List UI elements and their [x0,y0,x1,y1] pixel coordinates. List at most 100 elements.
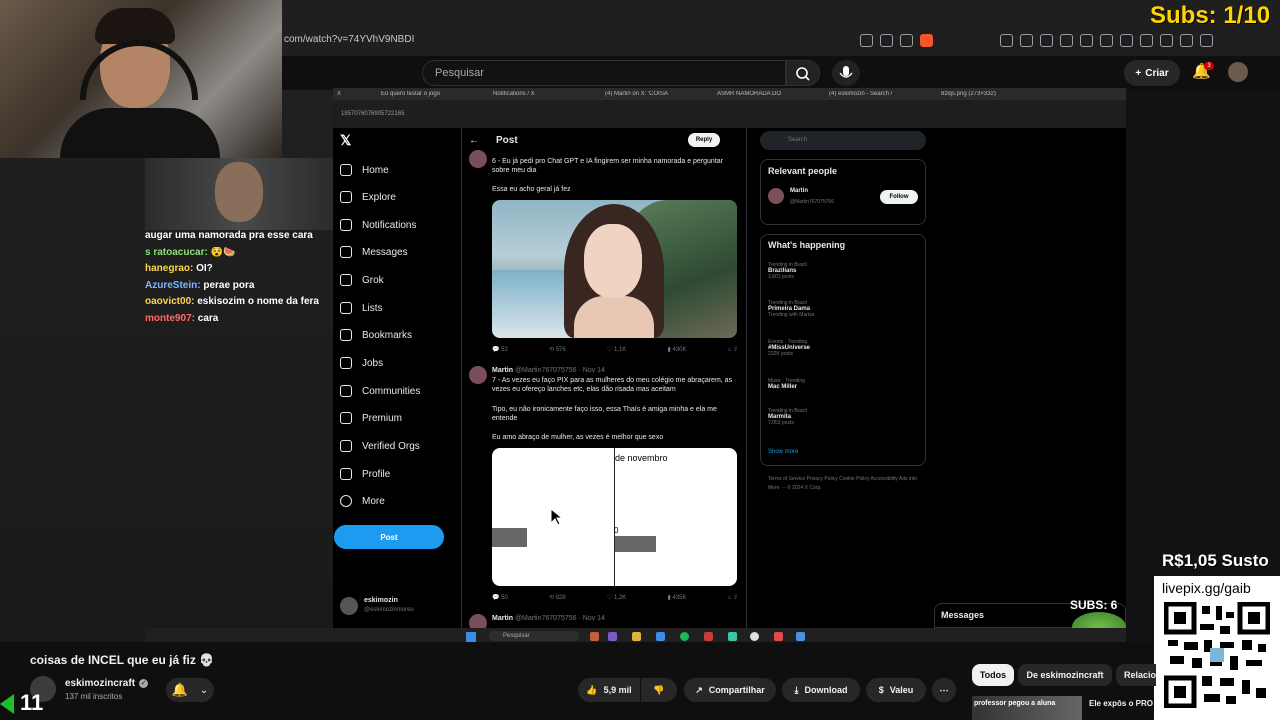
emote-icon: 😵🍉 [210,246,236,258]
tweet-avatar [469,366,487,384]
x-nav-more: More [340,493,385,509]
translate-icon[interactable] [1000,33,1013,47]
app-icon [774,632,783,641]
bookmark-icon: ⌂ ⇪ [727,595,738,601]
overlay-counter: 11 [20,690,44,715]
share-icon[interactable] [880,33,893,47]
x-search-input: Search [760,131,926,150]
x-user-avatar [340,597,358,615]
menu-icon[interactable] [1200,33,1213,47]
voice-search-button[interactable] [832,60,860,86]
x-reply-button: Reply [688,133,720,147]
tweet-text: 6 - Eu já pedi pro Chat GPT e IA fingire… [492,158,723,174]
extension-icon[interactable] [1020,33,1033,47]
streamer-webcam [0,0,282,158]
trend-item: Events · Trending #MissUniverse 232K pos… [768,339,811,357]
chevron-down-icon: ⌄ [199,684,209,696]
download-button[interactable]: ⤓ Download [782,678,860,702]
account-avatar[interactable] [1228,62,1248,82]
download-icon: ⤓ [794,684,799,695]
search-button[interactable] [786,60,820,86]
relevant-name: Martin [790,188,808,194]
subs-goal: SUBS: 6 [1070,598,1118,612]
tweet-actions: 💬 50 ⟲ 828 ♡ 1,2K ▮ 435K ⌂ ⇪ [492,594,738,601]
channel-name[interactable]: eskimozincraft [65,678,135,689]
x-post-button: Post [334,525,444,549]
address-bar[interactable]: com/watch?v=74YVhV9NBDI [284,34,414,45]
extension-icon[interactable] [1060,33,1073,47]
relevant-avatar [768,188,784,204]
brave-shield-icon[interactable] [920,33,933,47]
reply-icon: 💬 52 [492,347,508,353]
extension-icon[interactable] [1080,33,1093,47]
cast-icon[interactable] [860,33,873,47]
bookmark-icon[interactable] [900,33,913,47]
download-icon[interactable] [1100,33,1113,47]
tweet-image [492,200,737,338]
tweet-text: 7 - As vezes eu faço PIX para as mulhere… [492,377,733,393]
folder-icon [632,632,641,641]
back-arrow-icon: ← [469,135,479,146]
sidebar-icon[interactable] [1180,33,1193,47]
happening-title: What's happening [768,240,846,250]
show-more-link: Show more [768,449,799,455]
image-bar [492,528,527,547]
spotify-icon [680,632,689,641]
thumbs-down-icon: 👎 [653,684,665,695]
image-face [584,224,642,298]
x-nav-messages: Messages [340,244,408,260]
tweet-text: Eu amo abraço de mulher, as vezes é melh… [492,434,664,441]
tweet-author: Martin @Martin767075756 · Nov 14 [492,615,605,622]
extension-icon[interactable] [1040,33,1053,47]
plus-icon: + [1135,67,1142,79]
extension-icon[interactable] [1120,33,1133,47]
x-user-handle: @eskimozinmoreu [364,607,414,613]
inner-tab: (4) eskimozin - Search / [829,91,893,97]
dislike-button[interactable]: 👎 [641,678,677,702]
webcam-hair [95,8,175,44]
tweet-image: de novembro 0 [492,448,737,586]
x-nav-grok: Grok [340,272,384,288]
inner-address-bar: 1857076076905722165 [333,100,1126,128]
chat-message: s ratoacucar: 😵🍉 [145,246,236,258]
tweet-actions: 💬 52 ⟲ 576 ♡ 1,1K ▮ 430K ⌂ ⇪ [492,346,738,353]
recommended-title[interactable]: Ele expôs o PRO TRAIU a ESPOSA [1089,699,1155,709]
music-icon[interactable] [1160,33,1173,47]
chat-message: hanegrao: OI? [145,263,213,274]
image-bar [615,536,656,552]
extension-icon[interactable] [1140,33,1153,47]
subscription-bell-button[interactable]: 🔔 ⌄ [166,678,214,702]
like-button[interactable]: 👍 5,9 mil [578,678,640,702]
bookmark-icon [340,329,352,341]
retweet-icon: ⟲ 576 [549,347,566,353]
video-title: coisas de INCEL que eu já fiz 💀 [30,653,215,667]
trend-item: Music · Trending Mac Miller [768,378,805,390]
x-user-name: eskimozin [364,597,398,604]
image-axis-line [614,448,615,586]
trend-item: Trending in Brazil Marmita 7,053 posts [768,408,807,426]
x-nav-profile: Profile [340,466,390,482]
x-nav-lists: Lists [340,300,383,316]
chip-from-channel[interactable]: De eskimozincraft [1018,664,1112,686]
search-input[interactable]: Pesquisar [422,60,786,86]
x-nav-notifications: Notifications [340,217,416,233]
chip-all[interactable]: Todos [972,664,1014,686]
image-label: de novembro [615,453,668,463]
inner-tab: (4) Martin on X: 'COISA [605,91,668,97]
more-actions-button[interactable]: ⋯ [932,678,956,702]
image-zero: 0 [614,526,619,535]
inner-browser-tabs: X Eu quero testar o jogo Notifications /… [333,88,1126,100]
share-button[interactable]: ↗ Compartilhar [684,678,776,702]
like-icon: ♡ 1,1K [606,347,627,353]
post-header-title: Post [496,135,518,146]
inner-tab: Eu quero testar o jogo [381,91,441,97]
chip-related[interactable]: Relacio [1116,664,1156,686]
thumbs-up-icon: 👍 [586,684,598,695]
thanks-button[interactable]: $ Valeu [866,678,926,702]
search-icon [796,67,810,81]
webcam-shirt [60,108,220,158]
bookmark-icon: ⌂ ⇪ [727,347,738,353]
extensions-bar [1000,30,1213,50]
x-icon [340,412,352,424]
create-button[interactable]: + Criar [1124,60,1180,86]
